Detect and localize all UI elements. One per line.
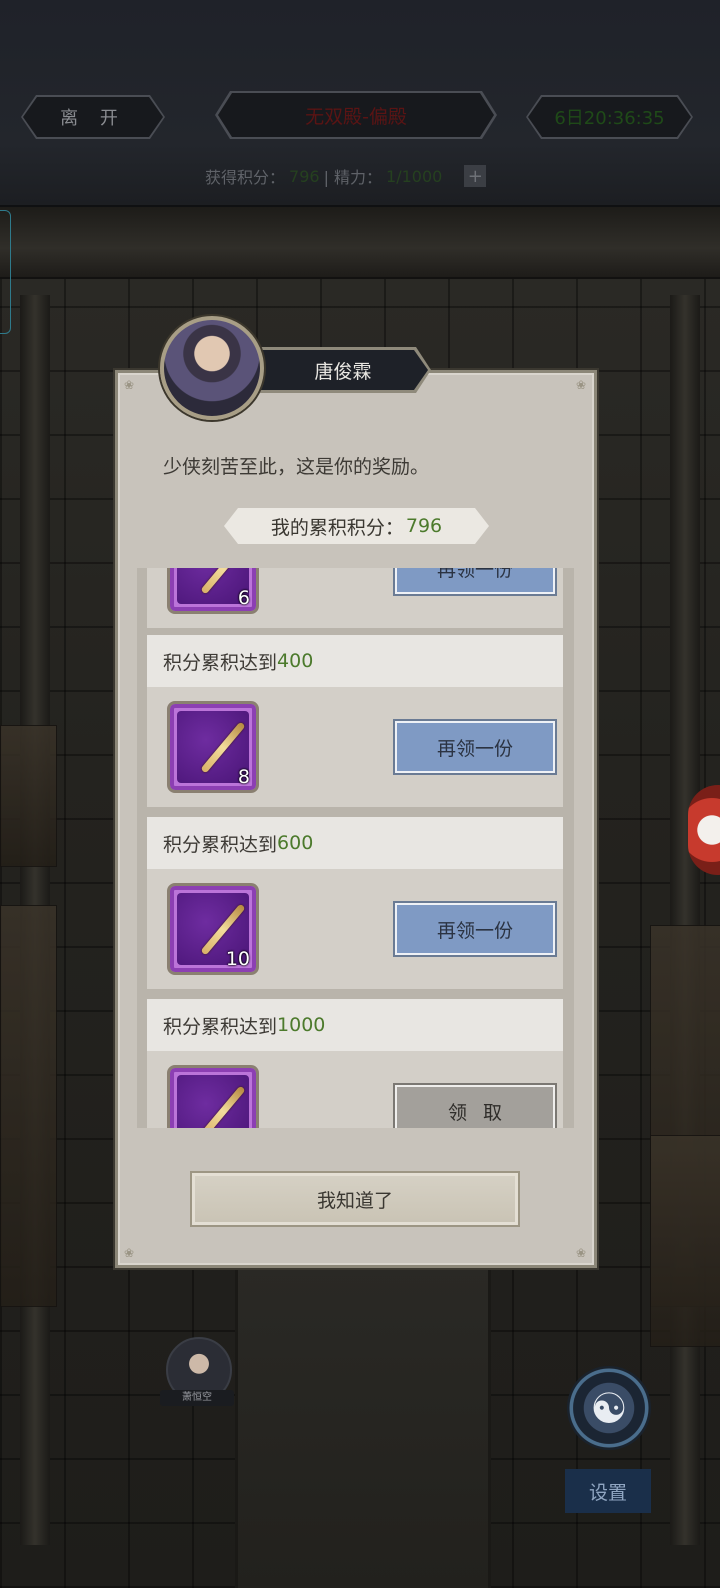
reward-label: 积分累积达到 — [163, 651, 278, 674]
side-tab[interactable] — [0, 210, 11, 334]
claim-again-button[interactable]: 再领一份 — [393, 719, 557, 775]
item-count: 6 — [237, 587, 250, 609]
item-slot[interactable]: 10 — [167, 883, 259, 975]
corner-ornament-icon: ❀ — [576, 378, 587, 392]
reward-label: 积分累积达到 — [163, 833, 278, 856]
scroll-shelf — [0, 725, 57, 867]
npc-name: 唐俊霖 — [258, 350, 428, 390]
reward-goal: 1000 — [277, 1014, 326, 1036]
red-orb-icon[interactable] — [688, 785, 720, 875]
corner-ornament-icon: ❀ — [124, 378, 135, 392]
reward-row: 积分累积达到 600 10 再领一份 — [147, 817, 563, 989]
item-slot[interactable]: 8 — [167, 701, 259, 793]
reward-header: 积分累积达到 1000 — [147, 999, 563, 1051]
reward-row: 积分累积达到 400 8 再领一份 — [147, 635, 563, 807]
reward-goal: 400 — [277, 650, 314, 672]
reward-list[interactable]: 6 再领一份 积分累积达到 400 8 再领一份 积分累积达到 600 10 再… — [137, 568, 574, 1128]
claim-again-button[interactable]: 再领一份 — [393, 901, 557, 957]
points-label: 获得积分： — [205, 168, 286, 187]
corner-ornament-icon: ❀ — [124, 1246, 135, 1260]
ceiling-beam — [0, 205, 720, 279]
item-slot[interactable]: 6 — [167, 568, 259, 614]
stage-title: 无双殿-偏殿 — [218, 93, 494, 137]
claim-button[interactable]: 领取 — [393, 1083, 557, 1128]
claim-again-button[interactable]: 再领一份 — [393, 568, 557, 596]
weapon-rack-left — [0, 905, 57, 1307]
score-label: 我的累积积分： — [270, 516, 404, 539]
stone-path — [235, 1265, 491, 1588]
hero-name: 萧恒空 — [160, 1390, 234, 1406]
score-band: 我的累积积分： 796 — [224, 508, 489, 544]
reward-header: 积分累积达到 600 — [147, 817, 563, 869]
item-count: 10 — [225, 948, 250, 970]
item-slot[interactable] — [167, 1065, 259, 1128]
reward-goal: 600 — [277, 832, 314, 854]
reward-row: 6 再领一份 — [147, 568, 563, 628]
reward-row: 积分累积达到 1000 领取 — [147, 999, 563, 1128]
countdown-timer: 6日20:36:35 — [528, 97, 691, 137]
dagger-rack — [650, 1135, 720, 1347]
score-value: 796 — [405, 515, 443, 537]
taiji-icon[interactable]: ☯ — [567, 1366, 651, 1450]
plus-icon[interactable]: + — [464, 165, 487, 187]
stats-row: 获得积分： 796 | 精力： 1/1000 + — [205, 164, 487, 188]
right-wall-rail — [670, 295, 700, 1545]
dialog-message: 少侠刻苦至此，这是你的奖励。 — [163, 456, 430, 478]
energy-label: | 精力： — [323, 168, 383, 187]
top-bar: 离 开 无双殿-偏殿 6日20:36:35 获得积分： 796 | 精力： 1/… — [0, 0, 720, 207]
corner-ornament-icon: ❀ — [576, 1246, 587, 1260]
npc-avatar — [160, 316, 264, 420]
reward-header: 积分累积达到 400 — [147, 635, 563, 687]
item-count: 8 — [237, 766, 250, 788]
reward-label: 积分累积达到 — [163, 1015, 278, 1038]
settings-button[interactable]: 设置 — [565, 1469, 651, 1513]
energy-value: 1/1000 — [386, 166, 443, 186]
leave-button[interactable]: 离 开 — [23, 97, 163, 137]
points-value: 796 — [289, 166, 320, 186]
confirm-button[interactable]: 我知道了 — [190, 1171, 520, 1227]
